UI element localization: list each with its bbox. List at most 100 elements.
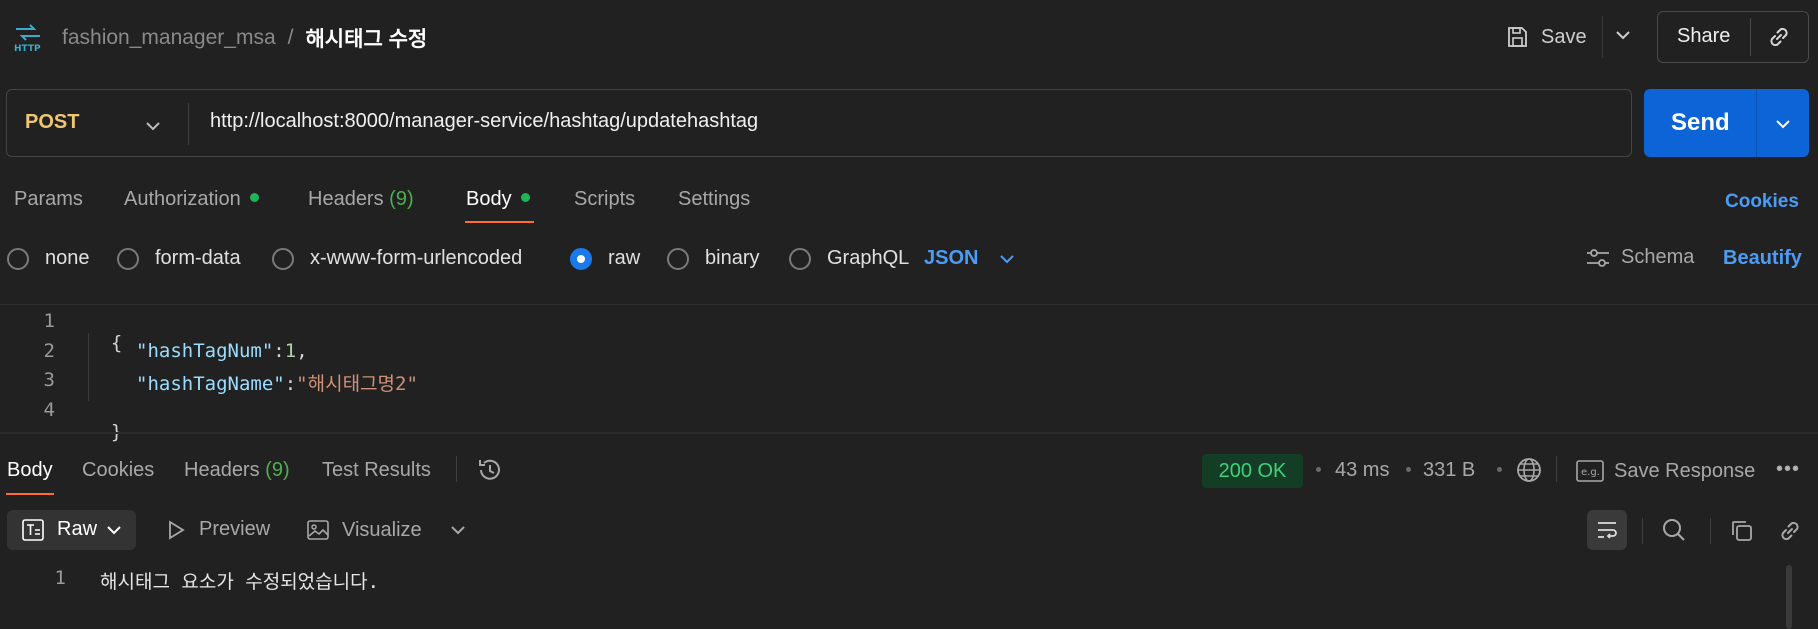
- svg-text:HTTP: HTTP: [14, 44, 41, 52]
- format-select[interactable]: JSON: [924, 247, 1016, 270]
- cookies-link[interactable]: Cookies: [1725, 191, 1799, 213]
- raw-label: Raw: [57, 518, 98, 540]
- chevron-down-icon[interactable]: [1612, 24, 1634, 46]
- tab-params[interactable]: Params: [14, 188, 83, 211]
- response-time[interactable]: 43 ms: [1335, 459, 1389, 482]
- active-tab-indicator: [465, 221, 534, 223]
- response-body-text[interactable]: 해시태그 요소가 수정되었습니다.: [100, 567, 379, 594]
- radio-circle[interactable]: [789, 247, 811, 270]
- divider: [1556, 456, 1557, 482]
- code-line[interactable]: "hashTagName":"해시태그명2": [136, 369, 418, 396]
- divider: [1642, 518, 1643, 544]
- radio-label: x-www-form-urlencoded: [310, 247, 523, 269]
- divider: [0, 304, 1818, 305]
- response-tab-body[interactable]: Body: [7, 459, 53, 482]
- divider: [1750, 18, 1751, 56]
- save-response-button[interactable]: e.g. Save Response: [1576, 459, 1755, 483]
- chevron-down-icon[interactable]: [1773, 114, 1793, 134]
- code-line[interactable]: }: [88, 399, 122, 443]
- radio-circle[interactable]: [667, 247, 689, 270]
- tab-scripts[interactable]: Scripts: [574, 188, 635, 211]
- request-title[interactable]: 해시태그 수정: [305, 23, 427, 53]
- json-comma: ,: [296, 340, 308, 362]
- radio-x-www-form-urlencoded[interactable]: x-www-form-urlencoded: [272, 247, 522, 270]
- tab-label: Headers: [308, 188, 384, 210]
- visualize-label: Visualize: [342, 518, 422, 541]
- brace-open: {: [110, 332, 123, 354]
- code-line[interactable]: "hashTagNum":1,: [136, 340, 308, 362]
- radio-label: none: [45, 247, 90, 269]
- line-number: 4: [43, 399, 55, 421]
- breadcrumb-collection[interactable]: fashion_manager_msa: [62, 26, 276, 50]
- radio-graphql[interactable]: GraphQL: [789, 247, 909, 270]
- tab-label: Body: [466, 188, 512, 210]
- active-tab-indicator: [6, 493, 54, 495]
- tab-headers[interactable]: Headers (9): [308, 188, 414, 211]
- radio-circle-selected[interactable]: [570, 247, 592, 270]
- visualize-button[interactable]: Visualize: [306, 518, 422, 542]
- beautify-button[interactable]: Beautify: [1723, 247, 1802, 270]
- preview-label: Preview: [199, 518, 271, 540]
- tab-label: Authorization: [124, 188, 241, 210]
- http-icon: HTTP: [14, 24, 41, 52]
- code-line[interactable]: {: [88, 310, 122, 354]
- json-key: "hashTagName": [136, 373, 285, 395]
- search-icon[interactable]: [1661, 517, 1687, 543]
- line-number: 1: [43, 310, 55, 332]
- radio-form-data[interactable]: form-data: [117, 247, 241, 270]
- response-size[interactable]: 331 B: [1423, 459, 1475, 482]
- json-number: 1: [284, 340, 297, 362]
- status-dot: [520, 193, 530, 203]
- breadcrumb-separator: /: [287, 26, 294, 49]
- breadcrumb: fashion_manager_msa / 해시태그 수정: [62, 23, 427, 53]
- sliders-icon: [1587, 248, 1609, 267]
- save-button[interactable]: Save: [1505, 18, 1587, 56]
- scrollbar[interactable]: [1786, 565, 1792, 629]
- text-format-icon: [22, 519, 44, 541]
- chevron-down-icon[interactable]: [143, 116, 163, 136]
- radio-circle[interactable]: [7, 247, 29, 270]
- link-icon[interactable]: [1777, 518, 1803, 544]
- chevron-down-icon[interactable]: [449, 521, 467, 539]
- radio-none[interactable]: none: [7, 247, 90, 270]
- schema-button[interactable]: Schema: [1585, 246, 1694, 269]
- headers-count: (9): [265, 459, 290, 481]
- preview-button[interactable]: Preview: [165, 518, 270, 541]
- json-string: "해시태그명2": [296, 373, 418, 395]
- send-label[interactable]: Send: [1671, 109, 1730, 137]
- share-button[interactable]: Share: [1677, 25, 1730, 48]
- response-tab-cookies[interactable]: Cookies: [82, 459, 154, 482]
- radio-raw[interactable]: raw: [570, 247, 640, 270]
- pane-splitter[interactable]: [0, 432, 1818, 434]
- status-badge[interactable]: 200 OK: [1202, 454, 1303, 488]
- line-number: 2: [43, 340, 55, 362]
- copy-icon[interactable]: [1729, 518, 1755, 544]
- tab-settings[interactable]: Settings: [678, 188, 750, 211]
- radio-label: binary: [705, 247, 760, 269]
- headers-count: (9): [389, 188, 414, 210]
- tab-label: Headers: [184, 459, 260, 481]
- save-response-label: Save Response: [1614, 459, 1756, 482]
- tab-authorization[interactable]: Authorization: [124, 188, 259, 211]
- image-icon: [307, 520, 329, 540]
- radio-circle[interactable]: [117, 247, 139, 270]
- url-input[interactable]: http://localhost:8000/manager-service/ha…: [210, 110, 758, 133]
- more-options-icon[interactable]: •••: [1776, 458, 1800, 481]
- chevron-down-icon[interactable]: [105, 521, 123, 539]
- play-icon: [169, 519, 185, 540]
- history-icon[interactable]: [476, 456, 504, 484]
- radio-binary[interactable]: binary: [667, 247, 759, 270]
- link-icon[interactable]: [1766, 24, 1792, 50]
- method-select[interactable]: POST: [25, 111, 79, 134]
- radio-circle[interactable]: [272, 247, 294, 270]
- divider: [188, 103, 189, 145]
- chevron-down-icon: [1000, 254, 1015, 263]
- radio-label: GraphQL: [827, 247, 910, 269]
- tab-body[interactable]: Body: [466, 188, 530, 211]
- dot-separator: [1497, 467, 1502, 472]
- divider: [456, 456, 457, 482]
- globe-icon[interactable]: [1514, 455, 1544, 485]
- response-tab-headers[interactable]: Headers (9): [184, 459, 290, 482]
- line-number: 3: [43, 369, 55, 391]
- response-tab-test-results[interactable]: Test Results: [322, 459, 431, 482]
